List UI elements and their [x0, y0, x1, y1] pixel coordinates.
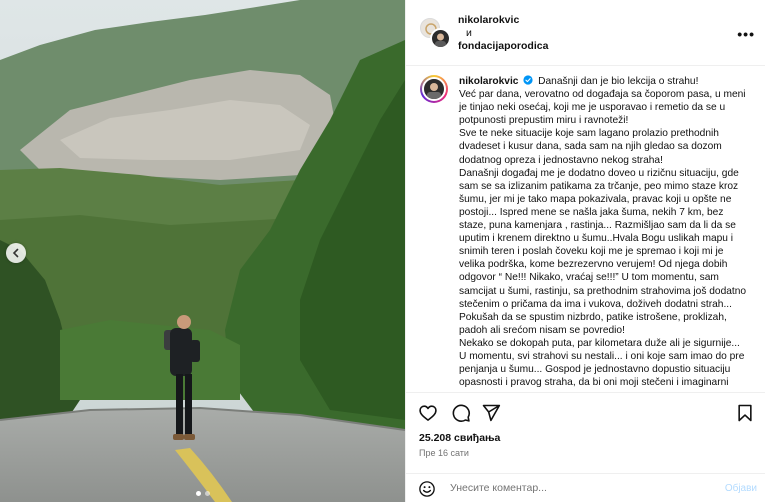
emoji-icon[interactable]: [418, 480, 436, 498]
collab-conjunction: и: [466, 27, 472, 39]
heart-outline-icon[interactable]: [418, 403, 438, 423]
caption-paragraph: Nekako se dokopah puta, par kilometara d…: [459, 337, 740, 349]
photo-landscape: [0, 0, 405, 502]
caption-paragraph: Današnji dan je bio lekcija o strahu!: [538, 76, 699, 87]
action-bar: [406, 392, 765, 432]
post-comment-button[interactable]: Објави: [725, 483, 757, 494]
caption-paragraph: Pokušah da se spustim nizbrdo, patike is…: [459, 311, 727, 336]
author-primary-link[interactable]: nikolarokvic: [458, 14, 548, 27]
post-timestamp[interactable]: Пре 16 сати: [419, 448, 469, 458]
paper-plane-icon[interactable]: [481, 403, 501, 423]
carousel-dot-2: [204, 491, 210, 496]
speech-bubble-icon[interactable]: [451, 403, 471, 423]
author-secondary-link[interactable]: fondacijaporodica: [458, 40, 548, 53]
post-header: nikolarokvic и fondacijaporodica •••: [406, 0, 765, 66]
caption-paragraph: Sve te neke situacije koje sam lagano pr…: [459, 128, 722, 166]
caption-paragraph: Već par dana, verovatno od događaja sa č…: [459, 89, 746, 127]
carousel-dot-1: [195, 491, 201, 496]
comment-bar: Објави: [406, 473, 765, 502]
caption-first-line: nikolarokvic Današnji dan je bio lekcija…: [459, 75, 751, 88]
more-options-button[interactable]: •••: [737, 26, 755, 42]
collab-avatars[interactable]: [420, 18, 451, 49]
caption-paragraph: U momentu, svi strahovi su nestali... i …: [459, 350, 745, 389]
post-side-panel: nikolarokvic и fondacijaporodica ••• nik…: [405, 0, 765, 502]
caption-text: nikolarokvic Današnji dan je bio lekcija…: [459, 75, 751, 389]
comment-input[interactable]: [450, 478, 710, 498]
chevron-left-icon: [12, 248, 19, 258]
carousel-prev-button[interactable]: [6, 243, 26, 263]
caption-area: nikolarokvic Današnji dan je bio lekcija…: [406, 66, 765, 392]
avatar-nikolarokvic[interactable]: [430, 28, 451, 49]
post-modal: nikolarokvic и fondacijaporodica ••• nik…: [0, 0, 765, 502]
profile-photo-icon: [435, 33, 446, 47]
verified-badge-icon: [523, 75, 533, 85]
bookmark-icon[interactable]: [735, 403, 755, 423]
caption-username-link[interactable]: nikolarokvic: [459, 76, 518, 87]
carousel-dots: [0, 491, 405, 496]
caption-paragraph: Današnji događaj me je dodatno doveo u r…: [459, 167, 747, 310]
like-count[interactable]: 25.208 свиђања: [419, 432, 500, 444]
post-photo[interactable]: [0, 0, 405, 502]
profile-photo-icon: [427, 83, 441, 99]
collab-names: nikolarokvic и fondacijaporodica: [458, 14, 548, 53]
caption-avatar[interactable]: [420, 75, 448, 103]
